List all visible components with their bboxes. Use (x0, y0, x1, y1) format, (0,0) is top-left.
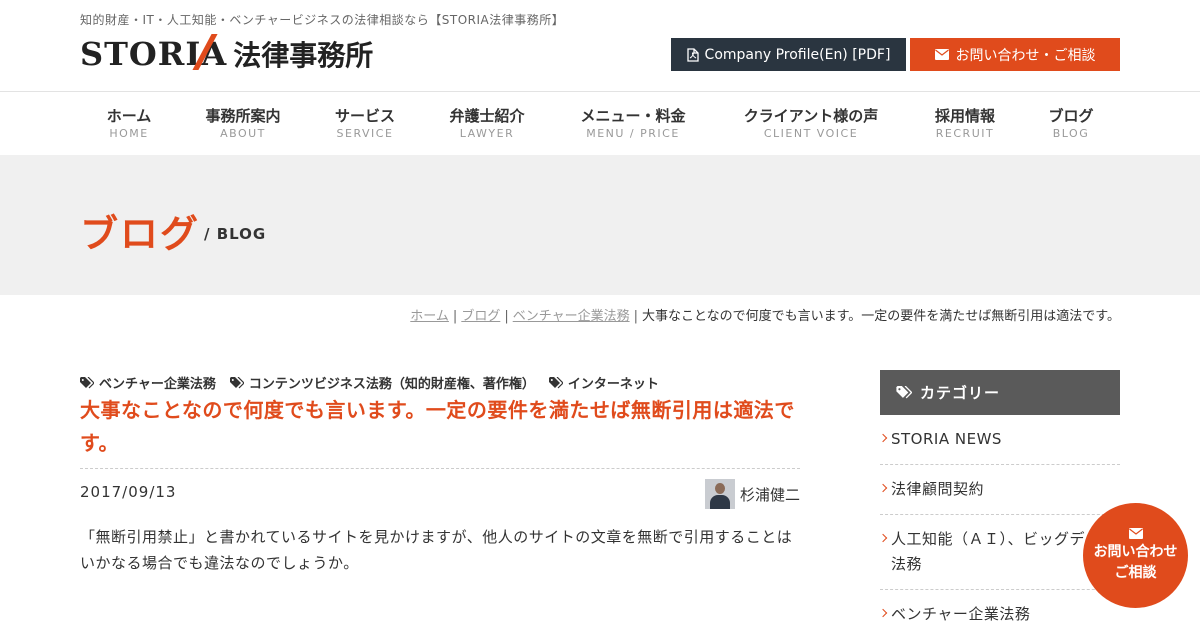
site-logo[interactable]: STORIA 法律事務所 (80, 34, 374, 73)
contact-button[interactable]: お問い合わせ・ご相談 (910, 38, 1120, 71)
article-author[interactable]: 杉浦健二 (704, 479, 800, 509)
sidebar-heading: カテゴリー (880, 370, 1120, 415)
nav-item-service[interactable]: サービス SERVICE (335, 106, 395, 142)
breadcrumb-separator: | (504, 309, 509, 324)
envelope-icon (934, 49, 949, 60)
nav-label-en: ABOUT (220, 127, 266, 140)
page-title: ブログ (80, 212, 201, 256)
nav-label-jp: 弁護士紹介 (449, 107, 525, 125)
nav-label-jp: 採用情報 (934, 107, 996, 125)
nav-item-blog[interactable]: ブログ BLOG (1048, 106, 1093, 142)
article-tag[interactable]: コンテンツビジネス法務（知的財産権、著作権） (229, 373, 535, 392)
company-profile-label: Company Profile(En) [PDF] (704, 46, 891, 63)
sidebar-category-item[interactable]: STORIA NEWS (880, 415, 1120, 465)
nav-item-recruit[interactable]: 採用情報 RECRUIT (935, 106, 995, 142)
breadcrumb-separator: | (452, 309, 458, 324)
category-sidebar: カテゴリー STORIA NEWS 法律顧問契約 人工知能（ＡＩ）、ビッグデータ… (880, 370, 1120, 630)
nav-label-jp: ブログ (1048, 107, 1094, 125)
nav-label-jp: サービス (334, 107, 396, 125)
article-tag-label: コンテンツビジネス法務（知的財産権、著作権） (248, 377, 535, 392)
nav-label-en: RECRUIT (935, 127, 995, 140)
nav-label-en: BLOG (1052, 127, 1090, 140)
nav-label-en: HOME (109, 127, 149, 140)
breadcrumb-category-link[interactable]: ベンチャー企業法務 (513, 309, 630, 324)
tags-icon (80, 376, 94, 388)
sidebar-category-item[interactable]: 法律顧問契約 (880, 465, 1120, 515)
site-header: 知的財産・IT・人工知能・ベンチャービジネスの法律相談なら【STORIA法律事務… (0, 0, 1200, 92)
breadcrumb-home-link[interactable]: ホーム (410, 309, 449, 324)
contact-label: お問い合わせ・ご相談 (955, 47, 1096, 64)
tags-icon (229, 376, 244, 388)
nav-item-menu-price[interactable]: メニュー・料金 MENU / PRICE (580, 106, 685, 142)
nav-label-jp: クライアント様の声 (743, 107, 879, 125)
tags-icon (548, 376, 563, 388)
breadcrumb-current: 大事なことなので何度でも言います。一定の要件を満たせば無断引用は適法です。 (641, 309, 1120, 324)
tags-icon (896, 386, 912, 399)
sidebar-heading-label: カテゴリー (920, 384, 1001, 402)
article-tag[interactable]: ベンチャー企業法務 (80, 373, 216, 392)
breadcrumb-separator: | (633, 309, 638, 324)
article-title: 大事なことなので何度でも言います。一定の要件を満たせば無断引用は適法です。 (80, 398, 795, 455)
floating-contact-button[interactable]: お問い合わせ ご相談 (1083, 503, 1188, 608)
author-name: 杉浦健二 (739, 485, 800, 504)
article-tags: ベンチャー企業法務 コンテンツビジネス法務（知的財産権、著作権） インターネット (80, 373, 659, 392)
nav-label-en: CLIENT VOICE (763, 127, 859, 140)
nav-item-about[interactable]: 事務所案内 ABOUT (205, 106, 280, 142)
nav-item-client-voice[interactable]: クライアント様の声 CLIENT VOICE (744, 106, 878, 142)
floating-contact-line2: ご相談 (1114, 564, 1157, 581)
floating-contact-line1: お問い合わせ (1093, 543, 1178, 560)
article-tag-label: ベンチャー企業法務 (99, 377, 216, 392)
envelope-icon (1128, 527, 1143, 539)
company-profile-button[interactable]: Company Profile(En) [PDF] (671, 38, 906, 71)
nav-label-en: LAWYER (459, 127, 515, 140)
page-subtitle: / BLOG (204, 225, 267, 243)
nav-label-en: MENU / PRICE (586, 127, 680, 140)
article-date: 2017/09/13 (80, 483, 177, 501)
breadcrumb-blog-link[interactable]: ブログ (461, 309, 500, 324)
page-banner: ブログ / BLOG (0, 155, 1200, 295)
title-divider (80, 468, 800, 469)
nav-item-home[interactable]: ホーム HOME (107, 106, 152, 142)
nav-label-en: SERVICE (336, 127, 394, 140)
article-tag[interactable]: インターネット (548, 373, 659, 392)
article-body: 「無断引用禁止」と書かれているサイトを見かけますが、他人のサイトの文章を無断で引… (80, 528, 793, 572)
author-avatar (704, 479, 735, 509)
sidebar-category-item[interactable]: ベンチャー企業法務 (880, 590, 1120, 630)
nav-label-jp: ホーム (106, 107, 152, 125)
pdf-file-icon (686, 47, 699, 62)
main-nav: ホーム HOME 事務所案内 ABOUT サービス SERVICE 弁護士紹介 … (80, 92, 1120, 155)
logo-jp: 法律事務所 (233, 39, 374, 72)
article-tag-label: インターネット (567, 377, 659, 392)
breadcrumb: ホーム | ブログ | ベンチャー企業法務 | 大事なことなので何度でも言います。一定の要件… (410, 305, 1120, 324)
site-tagline: 知的財産・IT・人工知能・ベンチャービジネスの法律相談なら【STORIA法律事務… (80, 13, 565, 27)
nav-label-jp: メニュー・料金 (580, 107, 686, 125)
nav-item-lawyer[interactable]: 弁護士紹介 LAWYER (449, 106, 524, 142)
nav-label-jp: 事務所案内 (205, 107, 281, 125)
